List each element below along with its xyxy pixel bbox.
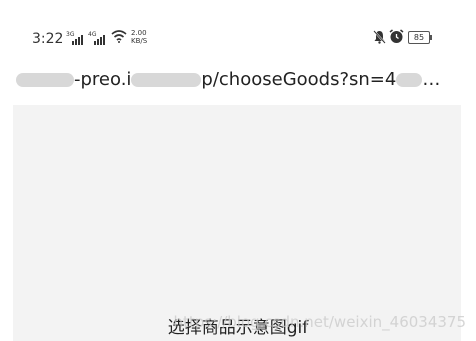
signal-icon: 4G — [88, 31, 108, 45]
alarm-icon — [389, 29, 404, 43]
address-bar[interactable]: -preo.i p/chooseGoods?sn=4… — [13, 61, 461, 105]
network-speed: 2.00 KB/S — [131, 29, 148, 45]
wifi-icon — [111, 30, 127, 43]
redacted-text — [396, 73, 423, 87]
status-bar: 3:22 3G 4G 2.00 KB/S 85 — [13, 13, 461, 61]
mute-icon — [373, 30, 386, 44]
redacted-text — [16, 73, 74, 87]
status-time: 3:22 — [32, 31, 64, 47]
redacted-text — [131, 73, 202, 87]
battery-icon: 85 — [408, 31, 432, 44]
page-content — [13, 105, 461, 315]
signal-icon: 3G — [66, 31, 86, 45]
url-text: -preo.i p/chooseGoods?sn=4… — [16, 69, 456, 90]
phone-screen: 3:22 3G 4G 2.00 KB/S 85 -preo.i p/choose… — [13, 13, 461, 341]
watermark: https://blog.csdn.net/weixin_46034375 — [173, 313, 466, 331]
